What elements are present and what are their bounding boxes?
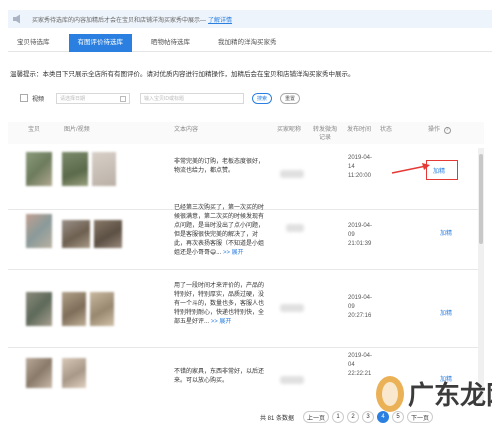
feature-button[interactable]: 加精 <box>440 228 452 237</box>
total-count: 共 81 条数据 <box>260 415 295 422</box>
review-photo[interactable] <box>62 292 86 326</box>
review-text: 用了一段时间才来评价的，产品的特别好，特别厚实，品质过硬，没有一个斗的，数量也多… <box>174 283 265 325</box>
notice-text: 买家秀待选库的内容加精后才会在宝贝和店铺洋淘买家秀中展示— <box>32 17 207 24</box>
next-page-button[interactable]: 下一页 <box>407 411 434 423</box>
tab-bar: 宝贝待选库 有图评价待选库 晒物帖待选库 我加精的洋淘买家秀 <box>8 34 492 52</box>
col-status: 状态 <box>380 127 393 133</box>
tab-product-pool[interactable]: 宝贝待选库 <box>8 34 59 52</box>
col-forward: 转发微淘记录 <box>312 127 337 141</box>
page-1-button[interactable]: 1 <box>332 411 345 423</box>
col-product: 宝贝 <box>28 127 41 133</box>
page-3-button[interactable]: 3 <box>362 411 375 423</box>
search-button[interactable]: 搜索 <box>252 92 273 104</box>
col-time: 发布时间 <box>346 127 371 133</box>
col-text: 文本内容 <box>174 127 199 133</box>
date-placeholder: 请选择日期 <box>60 95 86 102</box>
search-placeholder: 输入宝贝ID或标题 <box>144 95 185 102</box>
review-photo[interactable] <box>62 152 88 186</box>
col-action: 操作 ? <box>428 126 451 134</box>
review-text: 不错的家具，东西非常好，以后还来。可以放心购买。 <box>174 369 265 384</box>
col-buyer: 买家昵称 <box>276 127 301 133</box>
review-photo[interactable] <box>62 358 86 388</box>
review-photo[interactable] <box>94 220 122 248</box>
review-photo[interactable] <box>92 152 116 186</box>
product-thumbnail[interactable] <box>26 292 52 326</box>
page-2-button[interactable]: 2 <box>347 411 360 423</box>
col-media: 图片/视频 <box>64 127 90 133</box>
speaker-icon <box>13 14 20 24</box>
product-thumbnail[interactable] <box>26 358 52 388</box>
scrollbar-thumb[interactable] <box>479 154 483 244</box>
expand-link[interactable]: >> 展开 <box>223 250 244 256</box>
buyer-nickname <box>280 304 304 312</box>
tip-text: 温馨提示：本类目下只展示全店所有有图评价。请对优质内容进行加精操作，加精后会在宝… <box>10 71 355 78</box>
learn-more-link[interactable]: 了解详情 <box>208 15 232 24</box>
review-text: 非常完美的订购，老板态度很好，物流也给力，都点赞。 <box>174 159 265 174</box>
table-row: 用了一段时间才来评价的，产品的特别好，特别厚实，品质过硬，没有一个斗的，数量也多… <box>8 270 484 348</box>
review-text: 已经第三次购买了，第一次买的时候很满意，第二次买的时候发现有点问题，是当时没出了… <box>174 205 265 256</box>
buyer-nickname <box>286 224 304 232</box>
table-scrollbar[interactable] <box>478 148 484 406</box>
product-thumbnail[interactable] <box>26 152 52 186</box>
table-row: 非常完美的订购，老板态度很好，物流也给力，都点赞。 2019-04-14 11:… <box>8 146 484 210</box>
reset-button[interactable]: 重置 <box>280 92 301 104</box>
table-row: 已经第三次购买了，第一次买的时候很满意，第二次买的时候发现有点问题，是当时没出了… <box>8 205 484 270</box>
help-icon[interactable]: ? <box>443 127 451 134</box>
review-photo[interactable] <box>90 292 114 326</box>
feature-button[interactable]: 加精 <box>433 166 445 175</box>
date-picker[interactable]: 请选择日期 <box>56 92 131 104</box>
publish-time: 2019-04-09 21:01:39 <box>348 223 373 247</box>
video-checkbox[interactable] <box>20 94 28 102</box>
watermark-text: 广东龙网 <box>408 380 492 411</box>
product-thumbnail[interactable] <box>26 214 52 248</box>
calendar-icon <box>120 95 127 102</box>
tab-photo-review-pool[interactable]: 有图评价待选库 <box>68 34 132 52</box>
filter-bar: 视频 请选择日期 输入宝贝ID或标题 搜索 重置 <box>20 92 301 104</box>
page-5-button[interactable]: 5 <box>392 411 405 423</box>
notice-banner: 买家秀待选库的内容加精后才会在宝贝和店铺洋淘买家秀中展示— 了解详情 <box>8 10 492 28</box>
tab-share-post-pool[interactable]: 晒物帖待选库 <box>142 34 199 52</box>
review-photo[interactable] <box>62 220 90 248</box>
video-label: 视频 <box>32 96 45 103</box>
expand-link[interactable]: >> 展开 <box>211 319 232 325</box>
page-4-button[interactable]: 4 <box>377 411 390 423</box>
feature-button[interactable]: 加精 <box>440 308 452 317</box>
tab-my-featured[interactable]: 我加精的洋淘买家秀 <box>209 34 286 52</box>
prev-page-button[interactable]: 上一页 <box>303 411 330 423</box>
publish-time: 2019-04-14 11:20:00 <box>348 155 373 179</box>
buyer-nickname <box>280 170 304 178</box>
publish-time: 2019-04-09 20:27:16 <box>348 295 373 319</box>
pagination: 共 81 条数据 上一页 1 2 3 4 5 下一页 <box>260 410 434 424</box>
buyer-nickname <box>280 376 304 384</box>
table-header: 宝贝 图片/视频 文本内容 买家昵称 转发微淘记录 发布时间 状态 操作 ? <box>8 122 484 144</box>
search-input[interactable]: 输入宝贝ID或标题 <box>140 92 245 104</box>
